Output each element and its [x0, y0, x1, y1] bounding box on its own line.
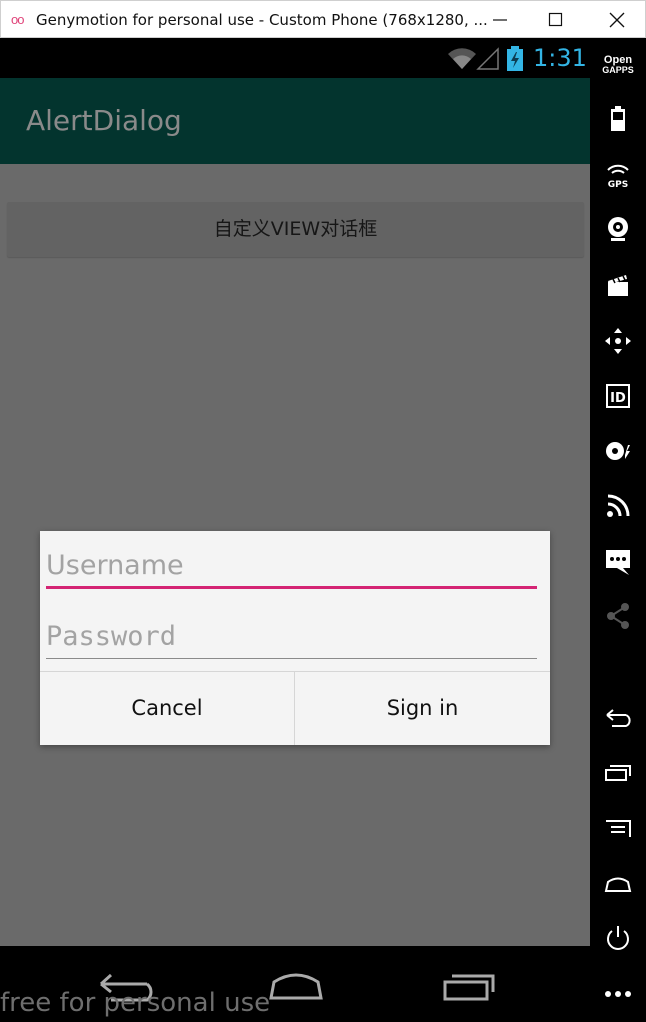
close-icon	[609, 12, 625, 28]
app-title: AlertDialog	[26, 104, 182, 137]
phone-screen: 1:31 AlertDialog 自定义VIEW对话框 Cancel Sign …	[0, 38, 590, 1022]
power-button[interactable]	[590, 918, 646, 958]
signal-icon	[476, 47, 499, 70]
disk-io-icon	[606, 442, 630, 460]
custom-view-dialog-button[interactable]: 自定义VIEW对话框	[7, 202, 584, 257]
maximize-button[interactable]	[533, 1, 579, 39]
disk-io-button[interactable]	[590, 431, 646, 471]
cancel-button[interactable]: Cancel	[40, 672, 294, 745]
close-button[interactable]	[594, 1, 640, 39]
sign-in-button[interactable]: Sign in	[295, 672, 550, 745]
camera-widget-button[interactable]	[590, 209, 646, 249]
share-icon	[607, 603, 629, 629]
toolbar-back-button[interactable]	[590, 698, 646, 738]
more-options-button[interactable]	[590, 974, 646, 1014]
webcam-icon	[608, 217, 628, 241]
battery-widget-button[interactable]	[590, 99, 646, 139]
username-input[interactable]	[46, 545, 537, 589]
navigation-bar: free for personal use	[0, 946, 590, 1022]
more-dots-icon	[605, 991, 631, 997]
share-button[interactable]	[590, 596, 646, 636]
toolbar-menu-button[interactable]	[590, 809, 646, 849]
sms-button[interactable]	[590, 542, 646, 582]
watermark-text: free for personal use	[0, 988, 271, 1018]
action-bar: AlertDialog	[0, 78, 590, 164]
opengapps-icon: Open GAPPS	[602, 54, 634, 76]
genymotion-logo-icon: oo	[11, 12, 25, 27]
home-outline-icon	[604, 877, 632, 892]
recent-windows-icon	[605, 765, 631, 781]
clapperboard-icon	[608, 275, 628, 296]
rss-icon	[607, 494, 630, 517]
svg-text:ID: ID	[610, 391, 626, 406]
app-content: 自定义VIEW对话框 Cancel Sign in	[0, 164, 590, 946]
screencast-button[interactable]	[590, 265, 646, 305]
home-icon[interactable]	[268, 970, 324, 1002]
recent-apps-icon[interactable]	[442, 970, 498, 1002]
gps-icon: GPS	[607, 164, 629, 188]
clock: 1:31	[533, 44, 587, 72]
window-title: Genymotion for personal use - Custom Pho…	[36, 11, 488, 29]
gps-widget-button[interactable]: GPS	[590, 155, 646, 195]
battery-widget-icon	[611, 106, 625, 131]
status-bar: 1:31	[0, 38, 590, 78]
device-id-button[interactable]: ID	[590, 376, 646, 416]
opengapps-button[interactable]: Open GAPPS	[590, 45, 646, 85]
sign-in-dialog: Cancel Sign in	[40, 531, 550, 745]
window-titlebar: oo Genymotion for personal use - Custom …	[0, 0, 646, 38]
minimize-icon	[493, 19, 507, 21]
menu-icon	[606, 820, 631, 837]
minimize-button[interactable]	[477, 1, 523, 39]
wifi-icon	[448, 48, 476, 69]
toolbar-home-button[interactable]	[590, 864, 646, 904]
id-icon: ID	[606, 384, 630, 408]
custom-view-dialog-label: 自定义VIEW对话框	[213, 218, 378, 240]
chat-bubble-icon	[606, 550, 630, 575]
maximize-icon	[548, 12, 563, 27]
password-input[interactable]	[46, 615, 537, 659]
genymotion-toolbar: Open GAPPS GPS ID	[590, 38, 646, 1022]
back-arrow-icon	[606, 709, 631, 727]
dpad-button[interactable]	[590, 321, 646, 361]
battery-icon	[507, 46, 523, 71]
svg-text:GPS: GPS	[608, 180, 628, 188]
network-button[interactable]	[590, 486, 646, 526]
dpad-icon	[605, 328, 631, 354]
toolbar-recent-button[interactable]	[590, 753, 646, 793]
power-icon	[607, 926, 629, 950]
